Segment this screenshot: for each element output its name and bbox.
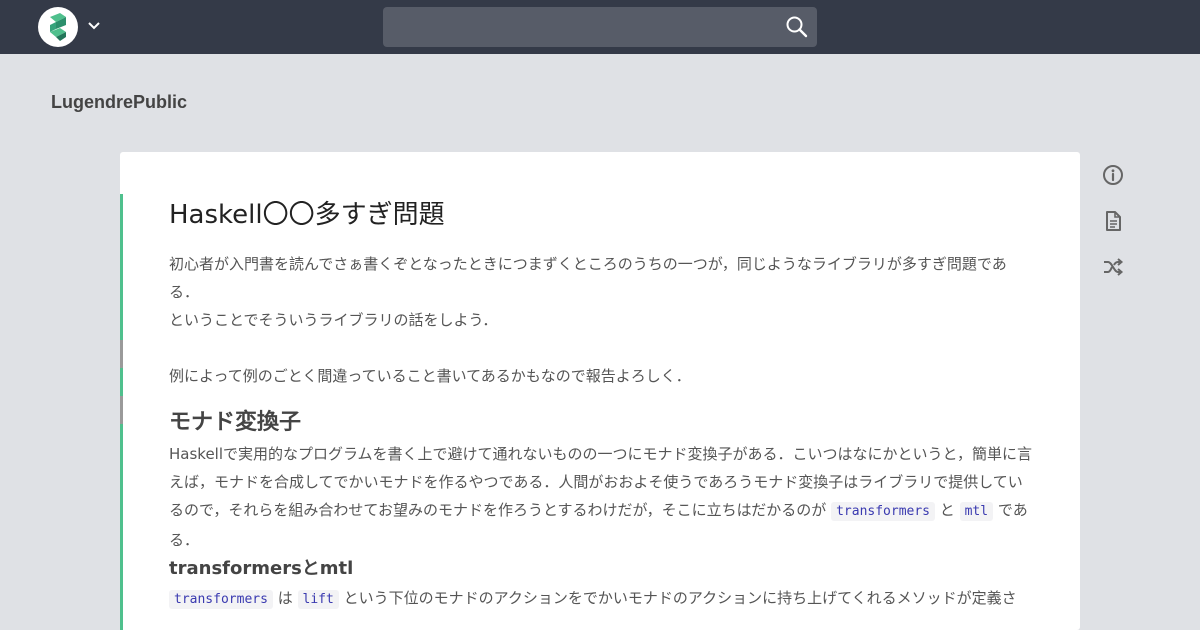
- intro-line-2: ということでそういうライブラリの話をしよう．: [169, 311, 498, 329]
- document-icon[interactable]: [1102, 210, 1124, 236]
- article-content: Haskell〇〇多すぎ問題 初心者が入門書を読んでさぁ書くぞとなったときにつま…: [169, 194, 1035, 614]
- section-1-paragraph: Haskellで実用的なプログラムを書く上で避けて通れないものの一つにモナド変換…: [169, 440, 1035, 554]
- section-2-text: という下位のモナドのアクションをでかいモナドのアクションに持ち上げてくれるメソッ…: [343, 589, 1017, 607]
- search-input[interactable]: [383, 7, 817, 47]
- article-title: Haskell〇〇多すぎ問題: [169, 200, 445, 230]
- section-heading-monad-transformer: モナド変換子: [169, 410, 302, 435]
- code-transformers: transformers: [169, 590, 273, 609]
- code-lift: lift: [297, 590, 339, 609]
- top-bar: [0, 0, 1200, 54]
- intro-paragraph: 初心者が入門書を読んでさぁ書くぞとなったときにつまずくところのうちの一つが，同じ…: [169, 250, 1035, 390]
- info-icon[interactable]: [1102, 164, 1124, 190]
- joiner-text: と: [939, 501, 955, 519]
- search-icon[interactable]: [785, 15, 809, 43]
- article-card: Haskell〇〇多すぎ問題 初心者が入門書を読んでさぁ書くぞとなったときにつま…: [120, 152, 1080, 630]
- section-2-paragraph: transformers は lift という下位のモナドのアクションをでかいモ…: [169, 584, 1035, 614]
- shuffle-icon[interactable]: [1102, 256, 1124, 282]
- app-logo-icon[interactable]: [38, 7, 78, 47]
- code-mtl: mtl: [959, 502, 994, 521]
- line-marker: [120, 396, 123, 424]
- section-heading-transformers-mtl: transformersとmtl: [169, 558, 354, 579]
- chevron-down-icon[interactable]: [86, 18, 102, 38]
- line-marker: [120, 340, 123, 368]
- code-transformers: transformers: [831, 502, 936, 521]
- intro-line-1: 初心者が入門書を読んでさぁ書くぞとなったときにつまずくところのうちの一つが，同じ…: [169, 255, 1007, 301]
- workspace-name[interactable]: LugendrePublic: [51, 92, 187, 113]
- joiner-text: は: [277, 589, 293, 607]
- intro-line-3: 例によって例のごとく間違っていること書いてあるかもなので報告よろしく．: [169, 367, 691, 385]
